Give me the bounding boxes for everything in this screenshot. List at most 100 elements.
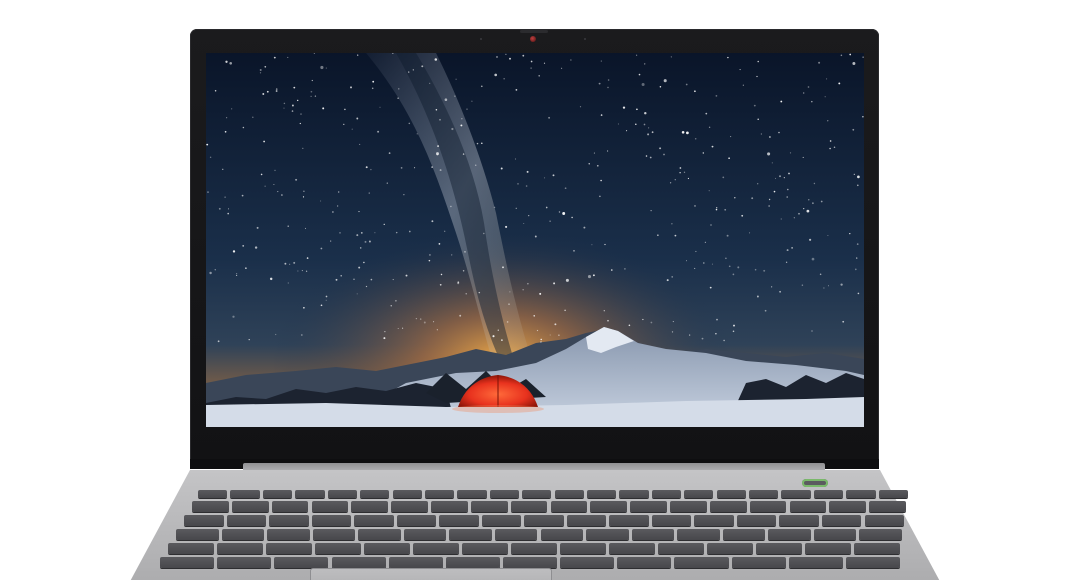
star [672,321,674,323]
keyboard-key [829,501,867,512]
star [435,109,438,111]
keyboard-key [511,543,557,554]
star [856,243,859,245]
star [339,232,341,234]
star [852,62,856,65]
star [440,273,443,276]
star [756,295,759,298]
star [725,257,727,260]
keyboard-key [716,490,746,498]
keyboard-key [707,543,753,554]
star [617,123,619,125]
star [702,262,705,264]
star [359,143,361,145]
star [423,321,426,324]
keyboard-key [439,515,479,526]
keyboard-key [609,515,649,526]
star [439,118,441,121]
keyboard-key [566,515,607,526]
star [733,324,735,327]
star [803,92,805,94]
keyboard-key [502,557,558,568]
star [236,272,238,275]
star [644,111,647,115]
star [514,158,517,160]
star [428,259,431,262]
keyboard-key [262,490,293,498]
keyboard-key [267,529,310,540]
keyboard-key [331,557,386,568]
star [853,173,855,175]
star [600,114,603,116]
star [214,89,217,92]
product-photo [0,0,1068,580]
star [476,142,479,145]
star [775,177,776,179]
star [539,292,542,295]
keyboard-key [781,490,811,498]
star [289,263,291,265]
keyboard-key [388,557,443,568]
star [780,100,783,103]
star [862,116,864,118]
star [372,80,375,83]
star [683,171,686,173]
webcam-shutter [520,30,548,33]
star [785,261,788,263]
keyboard-key [274,557,329,568]
star [687,177,689,180]
star [224,130,227,133]
star [252,116,254,119]
star [636,108,638,111]
star [454,95,456,97]
star [694,205,696,207]
keyboard-key [586,490,617,498]
star [408,122,411,125]
star [663,79,667,83]
star [671,276,674,278]
star [471,100,473,102]
star [565,278,569,282]
star [515,207,517,209]
keyboard-key [749,501,787,512]
star [659,147,662,150]
star [225,60,228,63]
star [767,152,771,156]
microphone-icon [480,38,482,40]
star [679,167,682,169]
star [439,169,442,172]
star [478,291,481,294]
star [636,54,638,56]
star [628,324,631,327]
star [716,207,718,209]
keyboard-key [560,557,615,568]
star [768,136,771,138]
star [368,240,371,243]
star [408,71,410,73]
keyboard-key [266,543,312,554]
star [708,190,710,192]
star [295,178,298,181]
star [414,167,416,169]
star [364,240,367,243]
laptop-lid [190,29,879,469]
star [826,78,828,80]
star [737,266,740,269]
star [226,117,228,119]
star [644,63,646,65]
star [827,120,829,122]
star [395,299,397,302]
star [711,263,713,265]
star [227,208,230,210]
star [603,310,605,312]
keyboard-key [413,543,459,554]
keyboard-key [392,490,422,498]
star [742,84,744,86]
star [320,65,324,70]
star [311,79,313,82]
star [674,234,677,237]
star [297,270,299,272]
star [509,291,511,293]
keyboard-key [736,515,777,526]
star [732,273,735,276]
